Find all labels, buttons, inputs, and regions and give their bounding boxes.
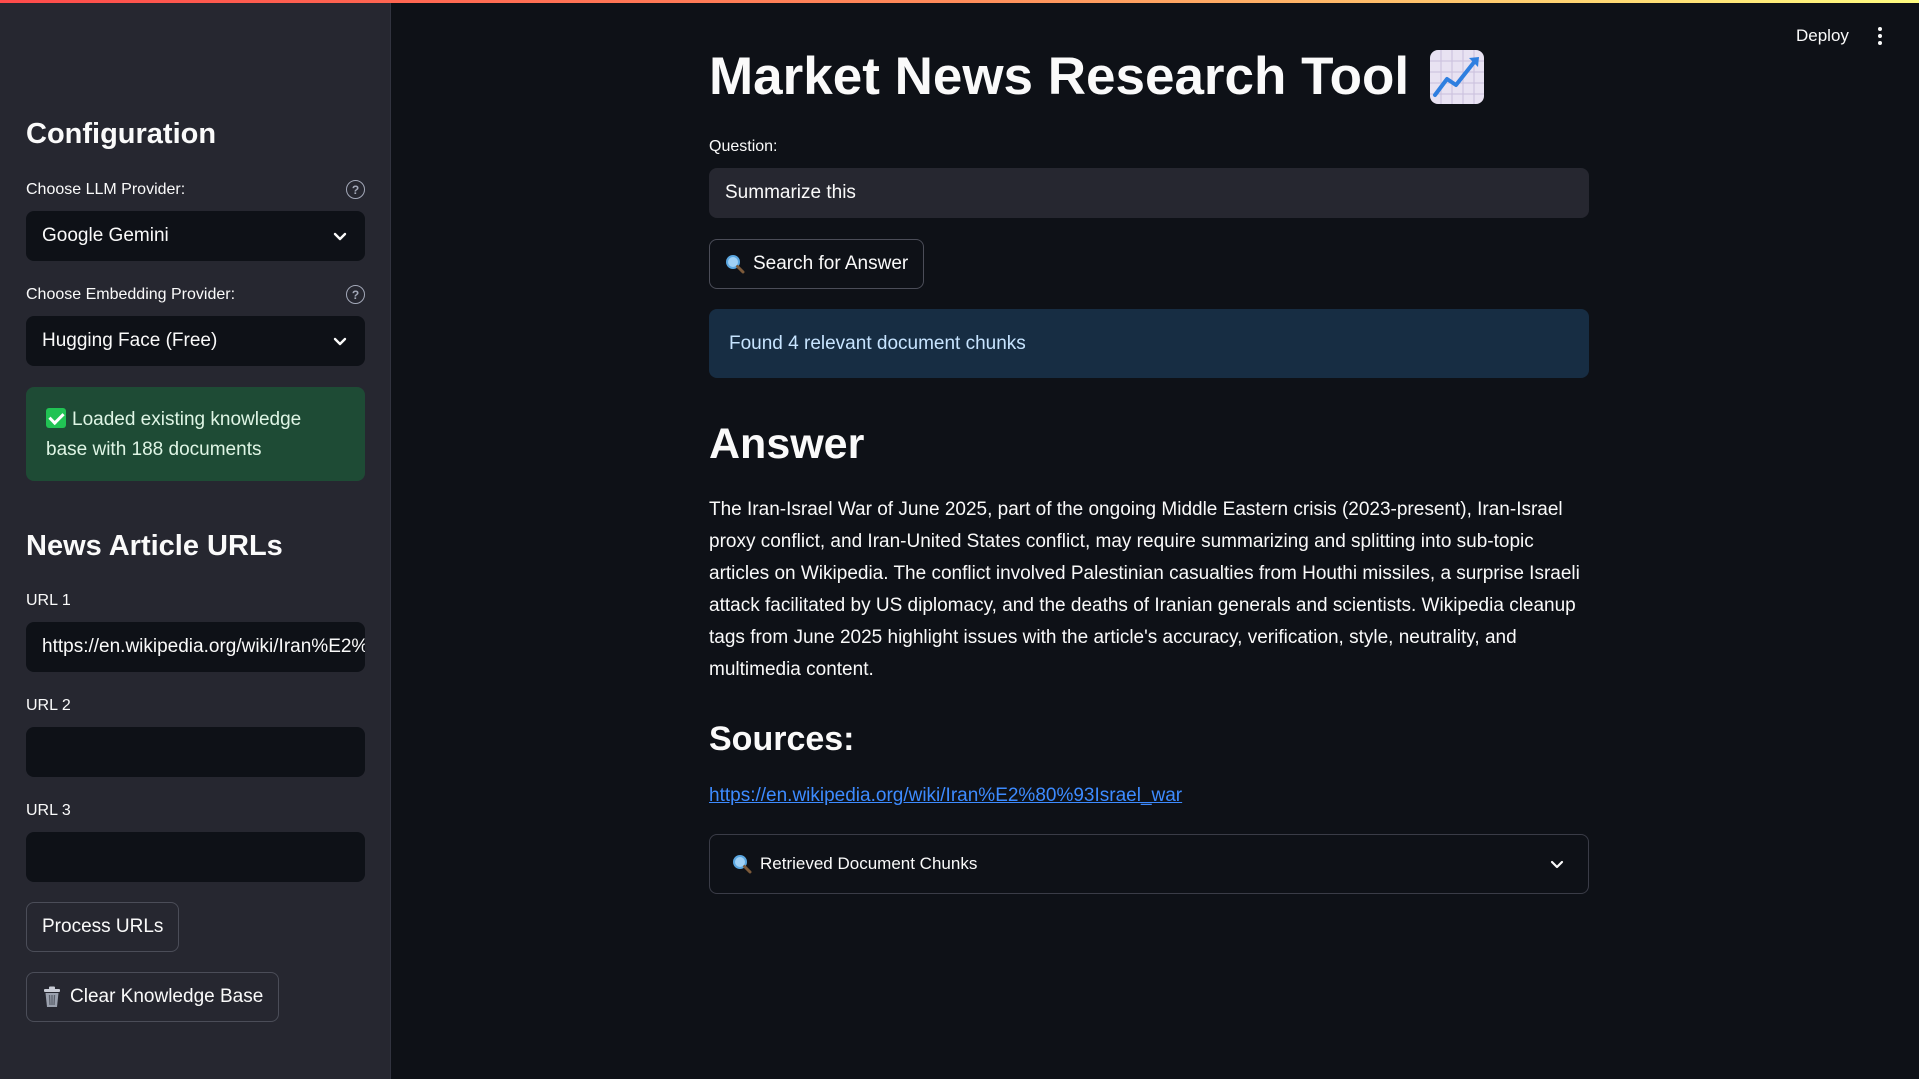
url1-label: URL 1 xyxy=(26,592,71,609)
main-menu-icon[interactable] xyxy=(1876,27,1884,47)
chevron-down-icon xyxy=(1550,860,1564,869)
sidebar: Configuration Choose LLM Provider: ? Goo… xyxy=(0,0,391,1079)
url1-input[interactable]: https://en.wikipedia.org/wiki/Iran%E2%80… xyxy=(26,622,365,672)
sidebar-heading-configuration: Configuration xyxy=(26,118,217,150)
answer-text: The Iran-Israel War of June 2025, part o… xyxy=(709,499,1580,680)
status-success-box: Loaded existing knowledge base with 188 … xyxy=(26,387,365,481)
clear-knowledge-base-label: Clear Knowledge Base xyxy=(70,986,264,1007)
expander-label: Retrieved Document Chunks xyxy=(760,854,978,873)
embedding-provider-label: Choose Embedding Provider: xyxy=(26,285,236,303)
process-urls-label: Process URLs xyxy=(42,916,164,937)
question-input[interactable]: Summarize this xyxy=(709,168,1589,218)
url3-label: URL 3 xyxy=(26,802,71,819)
status-text: Loaded existing knowledge base with 188 … xyxy=(46,409,302,460)
help-icon[interactable]: ? xyxy=(346,285,365,304)
embedding-provider-value: Hugging Face (Free) xyxy=(42,330,218,351)
process-urls-button[interactable]: Process URLs xyxy=(26,902,180,952)
check-icon xyxy=(46,408,66,428)
chevron-down-icon xyxy=(333,232,347,241)
deploy-button[interactable]: Deploy xyxy=(1796,26,1849,46)
url2-label: URL 2 xyxy=(26,697,71,714)
embedding-provider-select[interactable]: Hugging Face (Free) xyxy=(26,316,365,366)
url3-input[interactable] xyxy=(26,832,365,882)
sidebar-heading-urls: News Article URLs xyxy=(26,530,283,562)
info-text: Found 4 relevant document chunks xyxy=(729,332,1026,354)
llm-provider-select[interactable]: Google Gemini xyxy=(26,211,365,261)
page-title: Market News Research Tool xyxy=(709,46,1485,107)
llm-provider-value: Google Gemini xyxy=(42,225,169,246)
clear-knowledge-base-button[interactable]: Clear Knowledge Base xyxy=(26,972,280,1022)
top-decoration-bar xyxy=(0,0,1919,3)
info-box: Found 4 relevant document chunks xyxy=(709,309,1589,378)
source-link[interactable]: https://en.wikipedia.org/wiki/Iran%E2%80… xyxy=(709,785,1182,807)
trash-icon xyxy=(44,986,60,1007)
search-for-answer-label: Search for Answer xyxy=(753,253,909,274)
page-title-text: Market News Research Tool xyxy=(709,47,1410,106)
sources-heading: Sources: xyxy=(709,720,855,758)
search-icon xyxy=(733,855,752,874)
llm-provider-label: Choose LLM Provider: xyxy=(26,180,186,198)
url2-input[interactable] xyxy=(26,727,365,777)
question-label: Question: xyxy=(709,138,778,155)
chart-increasing-icon xyxy=(1430,49,1485,104)
help-icon[interactable]: ? xyxy=(346,180,365,199)
search-icon xyxy=(726,255,745,274)
chevron-down-icon xyxy=(333,337,347,346)
answer-heading: Answer xyxy=(709,420,865,468)
retrieved-chunks-expander[interactable]: Retrieved Document Chunks xyxy=(709,834,1589,894)
search-for-answer-button[interactable]: Search for Answer xyxy=(709,239,925,289)
